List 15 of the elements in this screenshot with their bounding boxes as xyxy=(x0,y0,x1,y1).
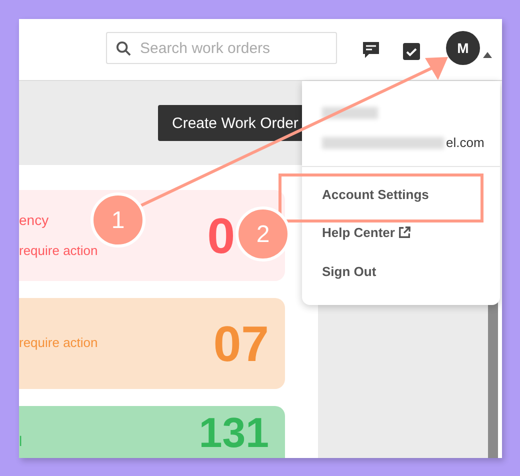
menu-item[interactable]: Account Settings xyxy=(322,186,429,202)
email-text: el.com xyxy=(446,135,484,151)
card-title: ency xyxy=(19,212,50,228)
avatar-button[interactable]: M xyxy=(446,31,480,65)
card-count: 131 xyxy=(198,412,269,454)
card-subtitle: require action xyxy=(19,336,98,351)
menu-item[interactable]: Help Center xyxy=(322,225,411,241)
menu-item[interactable]: Sign Out xyxy=(322,264,376,280)
search-field[interactable]: Search work orders xyxy=(106,32,337,64)
card-count: 07 xyxy=(213,318,269,368)
step-number-badge: 1 xyxy=(90,192,146,248)
step-number-badge: 2 xyxy=(236,206,290,262)
card-title: l xyxy=(19,434,22,450)
search-icon xyxy=(116,41,131,56)
card-count: 0 xyxy=(207,210,235,260)
